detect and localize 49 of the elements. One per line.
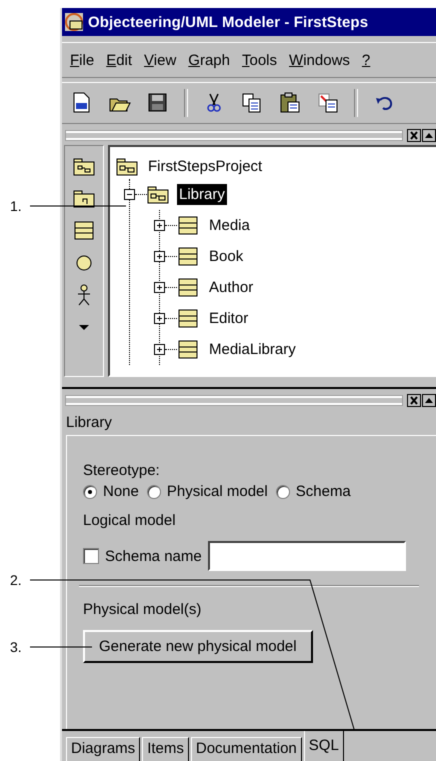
class-icon[interactable]: [73, 220, 95, 242]
menu-item[interactable]: ?: [362, 52, 370, 68]
expand-icon[interactable]: [154, 313, 165, 324]
gripper-bar[interactable]: [66, 130, 402, 140]
close-icon[interactable]: [407, 394, 421, 406]
radio-option[interactable]: Schema: [276, 483, 351, 500]
tab[interactable]: Items: [142, 737, 189, 761]
collapse-icon[interactable]: [124, 189, 135, 200]
tab[interactable]: Documentation: [190, 737, 302, 761]
tree-item[interactable]: MediaLibrary: [207, 339, 298, 360]
menu-item[interactable]: Tools: [242, 52, 278, 68]
menu-item[interactable]: Graph: [188, 52, 230, 68]
generate-button[interactable]: Generate new physical model: [83, 630, 313, 663]
close-icon[interactable]: [407, 128, 421, 142]
radio-option[interactable]: Physical model: [146, 483, 268, 500]
window-title: Objecteering/UML Modeler - FirstSteps: [88, 14, 368, 30]
menu-item[interactable]: File: [70, 52, 94, 68]
callout-label: 3.: [10, 639, 22, 655]
menu-item[interactable]: Edit: [106, 52, 132, 68]
tab[interactable]: Diagrams: [66, 737, 140, 761]
expand-icon[interactable]: [154, 282, 165, 293]
callout-label: 2.: [10, 572, 22, 588]
section-label: Logical model: [83, 512, 176, 529]
tree-item[interactable]: FirstStepsProject: [146, 156, 264, 176]
package-icon: [116, 156, 138, 176]
app-icon: [64, 12, 84, 32]
package-icon[interactable]: [73, 156, 95, 178]
radio-option[interactable]: None: [83, 483, 139, 500]
tab[interactable]: SQL: [304, 731, 344, 761]
checkbox-option[interactable]: Schema name: [83, 548, 202, 564]
gripper-bar[interactable]: [66, 396, 402, 404]
tree-item[interactable]: Book: [207, 246, 246, 267]
tree-item[interactable]: Media: [207, 215, 252, 236]
section-label: Physical model(s): [83, 601, 202, 618]
expand-icon[interactable]: [154, 251, 165, 262]
panel-title: Library: [65, 413, 113, 433]
package-icon[interactable]: [73, 188, 95, 210]
tree-item[interactable]: Author: [207, 277, 256, 298]
expand-icon[interactable]: [154, 220, 165, 231]
menu-item[interactable]: View: [144, 52, 176, 68]
tree-item[interactable]: Editor: [207, 308, 250, 329]
document-arrow-icon[interactable]: [316, 91, 340, 115]
input-field[interactable]: [208, 541, 406, 571]
expand-icon[interactable]: [154, 344, 165, 355]
section-label: Stereotype:: [83, 462, 160, 479]
paste-icon[interactable]: [278, 91, 302, 115]
tree-item[interactable]: Library: [177, 184, 227, 205]
callout-label: 1.: [10, 198, 22, 214]
menu-item[interactable]: Windows: [289, 52, 350, 68]
